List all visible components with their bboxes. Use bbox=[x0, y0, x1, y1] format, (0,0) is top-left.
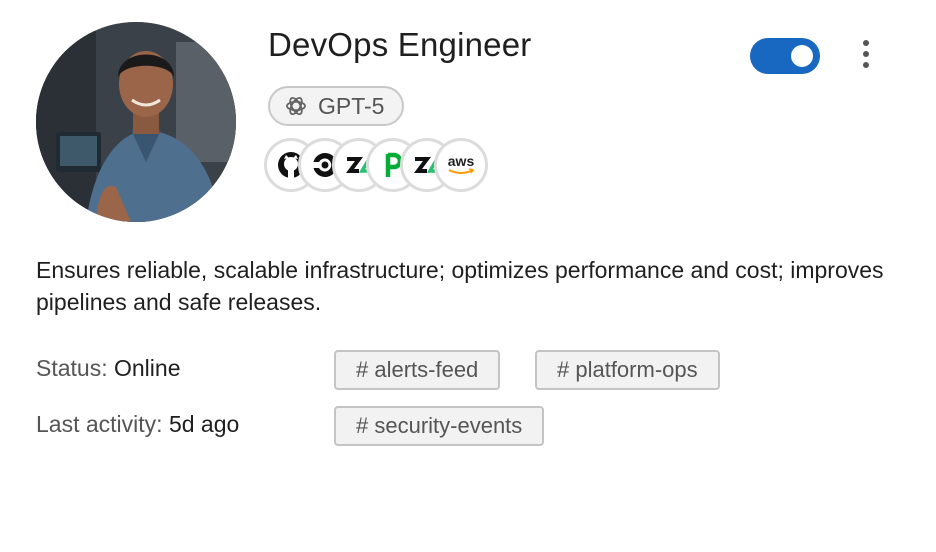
agent-card: DevOps Engineer GPT-5 aws Ensures reliab… bbox=[0, 0, 936, 552]
agent-title: DevOps Engineer bbox=[268, 26, 532, 63]
channel-tag[interactable]: # platform-ops bbox=[535, 350, 720, 390]
agent-enabled-toggle[interactable] bbox=[750, 38, 820, 74]
openai-icon bbox=[286, 97, 306, 115]
model-chip[interactable]: GPT-5 bbox=[268, 86, 405, 126]
avatar-photo bbox=[36, 22, 236, 222]
last-activity-row: Last activity: 5d ago bbox=[36, 411, 239, 438]
status-label: Status: bbox=[36, 355, 108, 381]
kebab-dot bbox=[863, 51, 869, 57]
channel-tag[interactable]: # security-events bbox=[334, 406, 545, 446]
agent-avatar bbox=[36, 22, 236, 222]
channel-tag[interactable]: # alerts-feed bbox=[334, 350, 501, 390]
integrations-list: aws bbox=[264, 138, 494, 194]
more-options-button[interactable] bbox=[852, 38, 880, 70]
status-row: Status: Online bbox=[36, 355, 180, 382]
last-activity-label: Last activity: bbox=[36, 411, 163, 437]
kebab-dot bbox=[863, 40, 869, 46]
aws-icon[interactable]: aws bbox=[434, 138, 488, 192]
last-activity-value: 5d ago bbox=[168, 411, 240, 437]
kebab-dot bbox=[863, 62, 869, 68]
aws-label: aws bbox=[447, 153, 475, 169]
toggle-knob bbox=[791, 45, 813, 67]
model-name: GPT-5 bbox=[318, 92, 385, 119]
status-value: Online bbox=[114, 355, 181, 381]
aws-smile-icon bbox=[448, 168, 475, 174]
agent-description: Ensures reliable, scalable infrastructur… bbox=[36, 257, 884, 315]
